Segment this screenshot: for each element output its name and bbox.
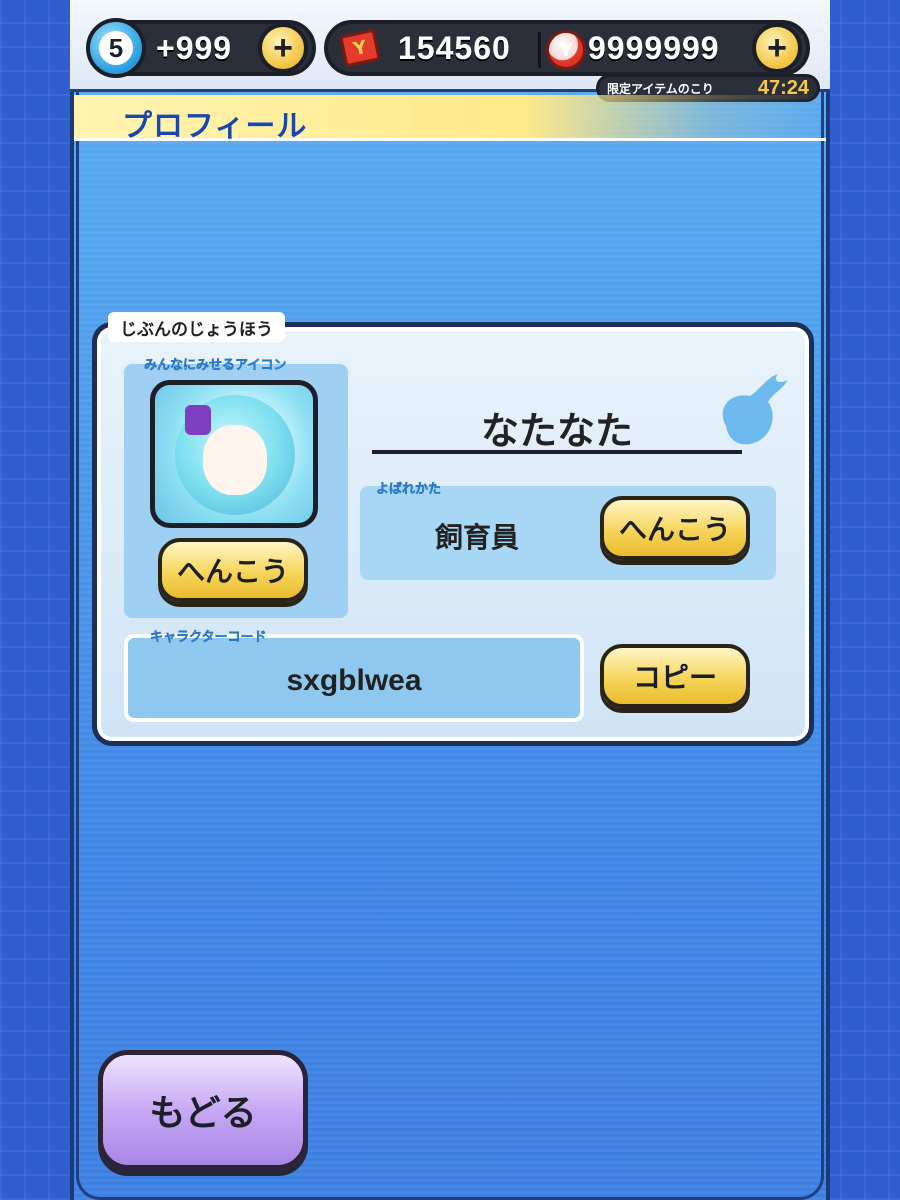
plus-icon[interactable]: + [752, 23, 802, 73]
plus-icon[interactable]: + [258, 23, 308, 73]
avatar-image [150, 380, 318, 528]
watch-icon [722, 374, 788, 445]
character-code-label: キャラクターコード [150, 630, 267, 646]
title-change-button[interactable]: へんこう [600, 496, 750, 560]
currency-divider [538, 32, 541, 68]
ticket-count: 154560 [398, 30, 511, 66]
character-code-value: sxgblwea [286, 664, 422, 697]
icon-panel-label: みんなにみせるアイコン [144, 358, 287, 374]
timer-label: 限定アイテムのこり [607, 81, 714, 96]
soul-pill: 5 +999 + [86, 18, 316, 78]
back-button[interactable]: もどる [98, 1050, 308, 1170]
name-underline [372, 450, 742, 454]
soul-count: +999 [156, 30, 233, 66]
soul-icon: 5 [86, 18, 146, 78]
coin-count: 9999999 [588, 30, 720, 66]
avatar-ribbon [185, 405, 211, 435]
player-name: なたなた [480, 409, 633, 453]
avatar-face [203, 425, 267, 495]
soul-level: 5 [99, 31, 133, 65]
ticket-icon: Y [339, 28, 381, 68]
currency-pill: Y 154560 Y 9999999 + [324, 20, 810, 76]
coin-icon: Y [546, 30, 586, 70]
title-value: 飼育員 [434, 521, 519, 554]
icon-change-button[interactable]: へんこう [158, 538, 308, 602]
copy-button[interactable]: コピー [600, 644, 750, 708]
page-title: プロフィール [122, 109, 308, 144]
section-label: じぶんのじょうほう [108, 312, 285, 342]
title-panel-label: よばれかた [376, 482, 442, 498]
title-band: プロフィール [74, 95, 826, 144]
